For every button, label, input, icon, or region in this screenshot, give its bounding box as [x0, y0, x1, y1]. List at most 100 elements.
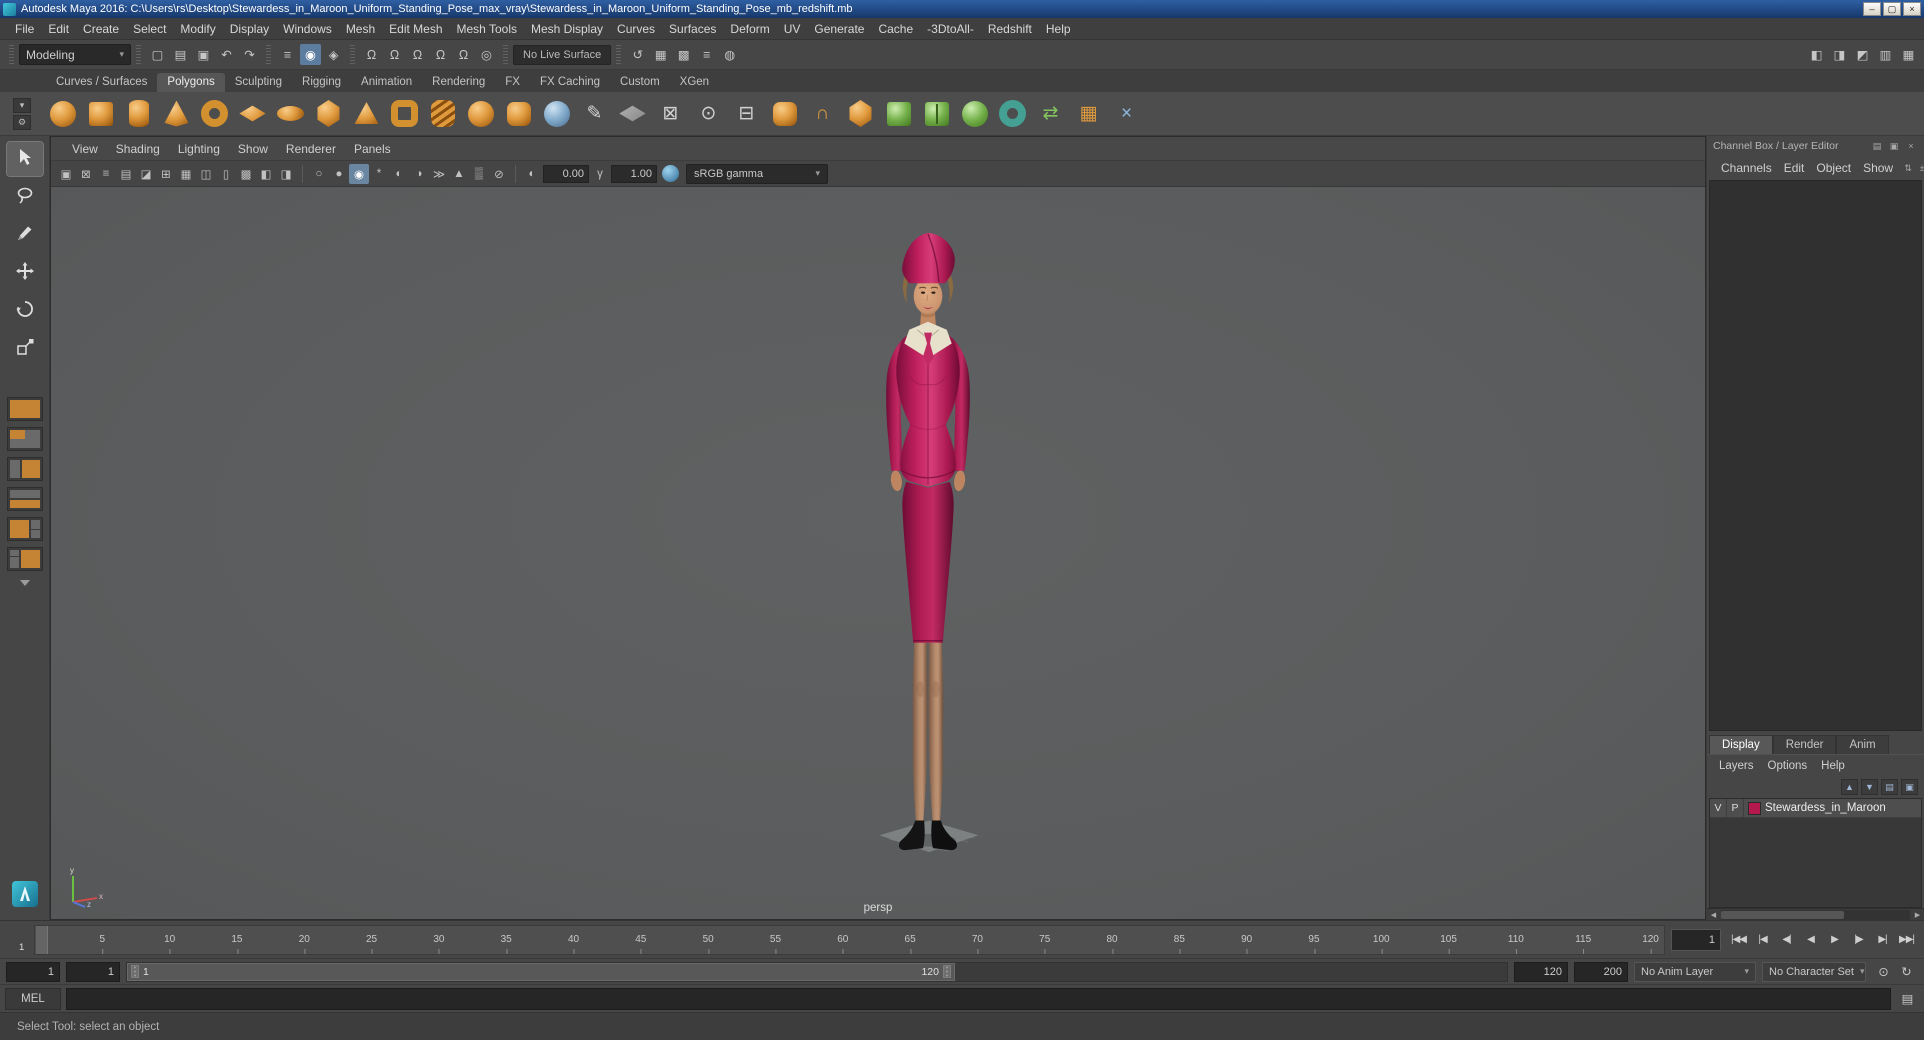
stewardess-model[interactable] [844, 227, 1012, 859]
construction-history-icon[interactable]: ↺ [627, 44, 648, 65]
display-settings-icon[interactable]: ◍ [719, 44, 740, 65]
shadows-icon[interactable]: ◐ [389, 164, 409, 184]
menu-item[interactable]: File [8, 19, 41, 39]
layout-top-persp-button[interactable] [6, 487, 43, 511]
snap-to-point-icon[interactable]: Ω [407, 44, 428, 65]
grid-toggle-icon[interactable]: ▦ [176, 164, 196, 184]
layout-three-pane-button[interactable] [6, 547, 43, 571]
layer-editor-menu-item[interactable]: Layers [1713, 758, 1760, 774]
poly-soccer-ball-icon[interactable] [462, 95, 499, 133]
shelf-tab[interactable]: FX [495, 73, 530, 92]
animation-end-field[interactable] [1574, 961, 1628, 982]
toolbar-grip[interactable] [136, 44, 141, 65]
uv-checker-icon[interactable]: ▦ [1070, 95, 1107, 133]
multi-cut-icon[interactable]: ⊠ [652, 95, 689, 133]
save-scene-icon[interactable]: ▣ [193, 44, 214, 65]
motion-blur-icon[interactable]: ≫ [429, 164, 449, 184]
move-layer-down-icon[interactable]: ▼ [1861, 779, 1878, 795]
layer-list-hscrollbar[interactable]: ◀ ▶ [1707, 908, 1924, 920]
layer-editor-tab[interactable]: Anim [1836, 735, 1889, 754]
range-start-handle[interactable] [131, 965, 139, 978]
gate-mask-icon[interactable]: ▩ [236, 164, 256, 184]
shelf-tab[interactable]: Rigging [292, 73, 351, 92]
sculpt-tool-icon[interactable] [538, 95, 575, 133]
undo-icon[interactable]: ↶ [216, 44, 237, 65]
resolution-gate-icon[interactable]: ▯ [216, 164, 236, 184]
poly-torus-icon[interactable] [196, 95, 233, 133]
menu-item[interactable]: Modify [173, 19, 222, 39]
scroll-left-icon[interactable]: ◀ [1707, 909, 1720, 921]
channel-box-menu-item[interactable]: Show [1857, 159, 1899, 177]
paint-selection-tool[interactable] [7, 218, 43, 252]
color-management-toggle-icon[interactable] [662, 165, 679, 182]
view-transform-dropdown[interactable]: sRGB gamma ▾ [686, 163, 828, 184]
create-polygon-icon[interactable] [614, 95, 651, 133]
shelf-tab[interactable]: Curves / Surfaces [46, 73, 157, 92]
camera-attributes-icon[interactable]: ≡ [96, 164, 116, 184]
menu-item[interactable]: Create [76, 19, 126, 39]
image-plane-icon[interactable]: ◪ [136, 164, 156, 184]
poly-superellipse-icon[interactable] [500, 95, 537, 133]
panel-dock-icon[interactable]: ▣ [1887, 139, 1901, 153]
layer-editor-menu-item[interactable]: Options [1762, 758, 1814, 774]
bookmarks-icon[interactable]: ▤ [116, 164, 136, 184]
poly-pipe-icon[interactable] [386, 95, 423, 133]
mirror-icon[interactable]: ⇄ [1032, 95, 1069, 133]
channel-slider-speed-icon[interactable]: ⇅ [1901, 161, 1915, 175]
attribute-editor-toggle-icon[interactable]: ◨ [1829, 44, 1850, 65]
create-layer-from-selected-icon[interactable]: ▣ [1901, 779, 1918, 795]
scale-tool[interactable] [7, 332, 43, 366]
animation-preferences-icon[interactable]: ↻ [1896, 961, 1917, 982]
bridge-icon[interactable]: ∩ [804, 95, 841, 133]
shelf-tab[interactable]: Custom [610, 73, 670, 92]
select-camera-icon[interactable]: ▣ [56, 164, 76, 184]
combine-icon[interactable] [880, 95, 917, 133]
render-settings-icon[interactable]: ≡ [696, 44, 717, 65]
exposure-field[interactable] [543, 164, 589, 183]
poly-cube-icon[interactable] [82, 95, 119, 133]
snap-to-plane-icon[interactable]: Ω [430, 44, 451, 65]
snap-to-view-plane-icon[interactable]: Ω [453, 44, 474, 65]
toolbar-grip[interactable] [266, 44, 271, 65]
layer-editor-menu-item[interactable]: Help [1815, 758, 1851, 774]
playback-start-field[interactable] [66, 961, 120, 982]
poly-platonic-icon[interactable] [310, 95, 347, 133]
xray-icon[interactable]: ▒ [469, 164, 489, 184]
use-all-lights-icon[interactable]: * [369, 164, 389, 184]
menu-item[interactable]: Cache [871, 19, 920, 39]
character-set-dropdown[interactable]: No Character Set ▾ [1762, 961, 1866, 982]
shelf-tab[interactable]: Animation [351, 73, 422, 92]
shelf-tab[interactable]: Polygons [157, 73, 225, 92]
panel-menu-item[interactable]: View [63, 139, 107, 159]
command-input[interactable] [66, 987, 1891, 1010]
select-hierarchy-icon[interactable]: ≡ [277, 44, 298, 65]
command-language-button[interactable]: MEL [5, 987, 61, 1010]
menu-item[interactable]: -3DtoAll- [920, 19, 981, 39]
multisample-aa-icon[interactable]: ▲ [449, 164, 469, 184]
shelf-tabs-toggle-icon[interactable]: ▾ [13, 97, 31, 113]
shelf-tab[interactable]: Sculpting [225, 73, 292, 92]
poly-plane-icon[interactable] [234, 95, 271, 133]
go-to-start-button[interactable]: |◀◀ [1727, 929, 1750, 951]
channel-box-menu-item[interactable]: Edit [1778, 159, 1811, 177]
step-back-frame-button[interactable]: |◀ [1751, 929, 1774, 951]
layer-name[interactable]: Stewardess_in_Maroon [1765, 802, 1886, 814]
toolbar-grip[interactable] [616, 44, 622, 65]
textured-mode-icon[interactable]: ◉ [349, 163, 369, 184]
panel-menu-item[interactable]: Panels [345, 139, 400, 159]
go-to-end-button[interactable]: ▶▶| [1895, 929, 1918, 951]
move-layer-up-icon[interactable]: ▲ [1841, 779, 1858, 795]
wireframe-mode-icon[interactable]: ○ [309, 164, 329, 184]
layer-visibility-toggle[interactable]: V [1710, 799, 1727, 817]
layout-persp-outliner-button[interactable] [6, 457, 43, 481]
panel-menu-item[interactable]: Show [229, 139, 277, 159]
menu-item[interactable]: Windows [276, 19, 339, 39]
layout-persp-graph-button[interactable] [6, 517, 43, 541]
maximize-button[interactable]: ▢ [1883, 2, 1901, 16]
menu-item[interactable]: Edit Mesh [382, 19, 449, 39]
poly-cone-icon[interactable] [158, 95, 195, 133]
boolean-union-icon[interactable] [956, 95, 993, 133]
scrollbar-track[interactable] [1721, 909, 1910, 920]
toolbar-grip[interactable] [9, 44, 14, 65]
poly-helix-icon[interactable] [424, 95, 461, 133]
